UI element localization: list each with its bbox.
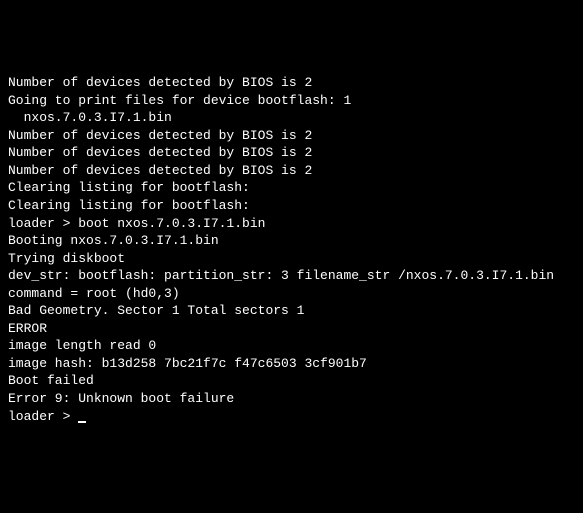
terminal-line: Clearing listing for bootflash: bbox=[8, 179, 575, 197]
cursor bbox=[78, 421, 86, 423]
terminal-line: Booting nxos.7.0.3.I7.1.bin bbox=[8, 232, 575, 250]
terminal-line: Clearing listing for bootflash: bbox=[8, 197, 575, 215]
terminal-line: command = root (hd0,3) bbox=[8, 285, 575, 303]
terminal-line: Number of devices detected by BIOS is 2 bbox=[8, 162, 575, 180]
terminal-line: Trying diskboot bbox=[8, 250, 575, 268]
terminal-line: nxos.7.0.3.I7.1.bin bbox=[8, 109, 575, 127]
terminal-line: image hash: b13d258 7bc21f7c f47c6503 3c… bbox=[8, 355, 575, 373]
terminal-line: Error 9: Unknown boot failure bbox=[8, 390, 575, 408]
loader-prompt[interactable]: loader > bbox=[8, 408, 575, 426]
terminal-line: Number of devices detected by BIOS is 2 bbox=[8, 144, 575, 162]
terminal-line: Bad Geometry. Sector 1 Total sectors 1 bbox=[8, 302, 575, 320]
terminal-line: loader > boot nxos.7.0.3.I7.1.bin bbox=[8, 215, 575, 233]
terminal-line: ERROR bbox=[8, 320, 575, 338]
terminal-line: Number of devices detected by BIOS is 2 bbox=[8, 127, 575, 145]
terminal-output: Number of devices detected by BIOS is 2G… bbox=[8, 74, 575, 425]
terminal-line: dev_str: bootflash: partition_str: 3 fil… bbox=[8, 267, 575, 285]
terminal-line: Going to print files for device bootflas… bbox=[8, 92, 575, 110]
terminal-line: image length read 0 bbox=[8, 337, 575, 355]
terminal-line: Number of devices detected by BIOS is 2 bbox=[8, 74, 575, 92]
terminal-line: Boot failed bbox=[8, 372, 575, 390]
